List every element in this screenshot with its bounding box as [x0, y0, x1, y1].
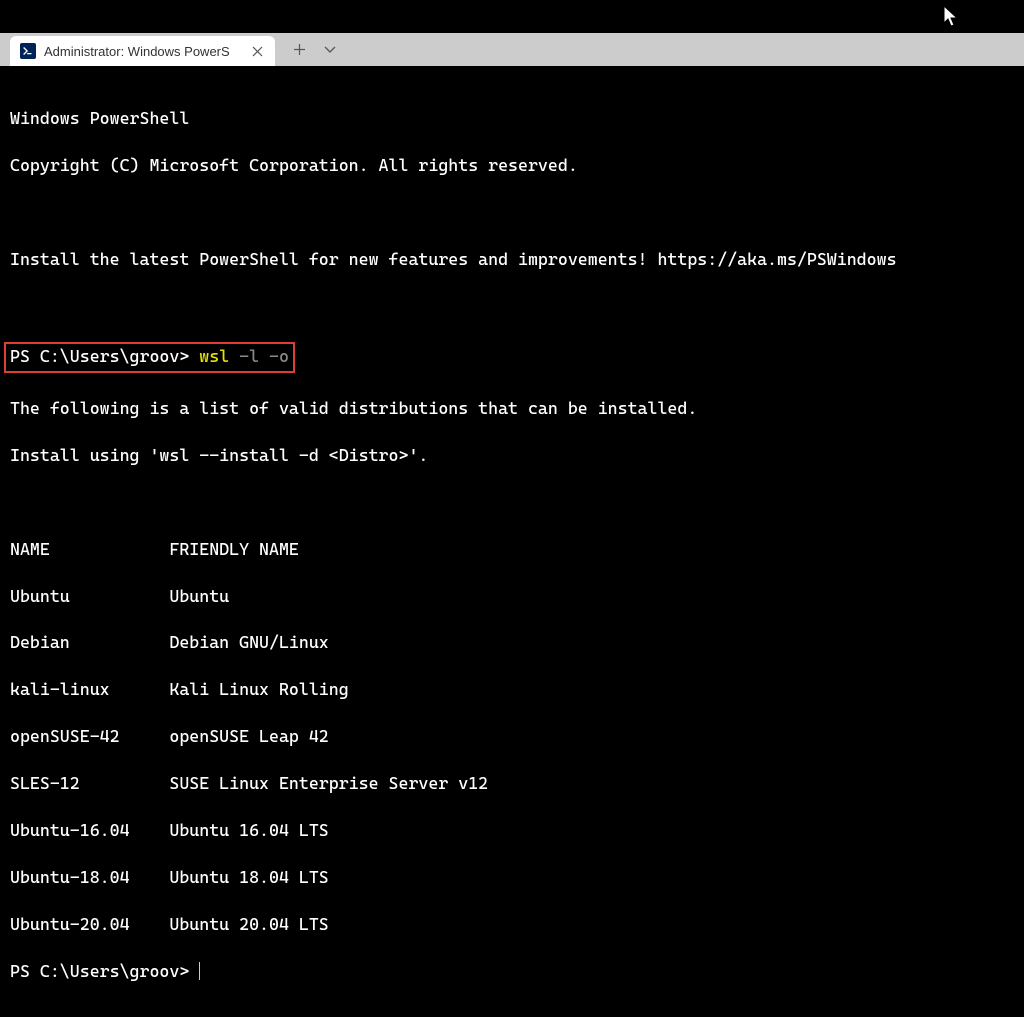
terminal-line: Install using 'wsl --install -d <Distro>… [10, 444, 1014, 467]
prompt-text: PS C:\Users\groov> [10, 961, 199, 981]
tab-powershell[interactable]: Administrator: Windows PowerS [10, 36, 275, 66]
tab-bar: Administrator: Windows PowerS [0, 33, 1024, 66]
terminal-prompt-line: PS C:\Users\groov> [10, 960, 1014, 983]
tab-dropdown-button[interactable] [324, 46, 336, 54]
table-row: Ubuntu-18.04 Ubuntu 18.04 LTS [10, 866, 1014, 889]
tabbar-controls [275, 33, 336, 66]
new-tab-button[interactable] [293, 43, 306, 56]
table-header: NAME FRIENDLY NAME [10, 538, 1014, 561]
table-row: Ubuntu Ubuntu [10, 585, 1014, 608]
window-titlebar-blank [0, 0, 1024, 33]
terminal-line [10, 201, 1014, 224]
terminal-line: The following is a list of valid distrib… [10, 397, 1014, 420]
tab-title: Administrator: Windows PowerS [44, 44, 241, 59]
table-row: Ubuntu-16.04 Ubuntu 16.04 LTS [10, 819, 1014, 842]
table-row: SLES-12 SUSE Linux Enterprise Server v12 [10, 772, 1014, 795]
terminal-output[interactable]: Windows PowerShell Copyright (C) Microso… [0, 66, 1024, 1017]
close-icon[interactable] [249, 43, 265, 59]
command-flags: -l -o [229, 346, 289, 366]
terminal-command-line: PS C:\Users\groov> wsl -l -o [10, 342, 1014, 373]
terminal-line [10, 491, 1014, 514]
prompt-text: PS C:\Users\groov> [10, 346, 199, 366]
text-cursor [199, 962, 200, 980]
terminal-line: Windows PowerShell [10, 107, 1014, 130]
command-wsl: wsl [199, 346, 229, 366]
table-row: openSUSE-42 openSUSE Leap 42 [10, 725, 1014, 748]
table-row: Debian Debian GNU/Linux [10, 631, 1014, 654]
terminal-line: Install the latest PowerShell for new fe… [10, 248, 1014, 271]
powershell-icon [20, 43, 36, 59]
terminal-line [10, 295, 1014, 318]
annotation-highlight-box: PS C:\Users\groov> wsl -l -o [4, 342, 295, 373]
table-row: Ubuntu-20.04 Ubuntu 20.04 LTS [10, 913, 1014, 936]
table-row: kali-linux Kali Linux Rolling [10, 678, 1014, 701]
terminal-line: Copyright (C) Microsoft Corporation. All… [10, 154, 1014, 177]
